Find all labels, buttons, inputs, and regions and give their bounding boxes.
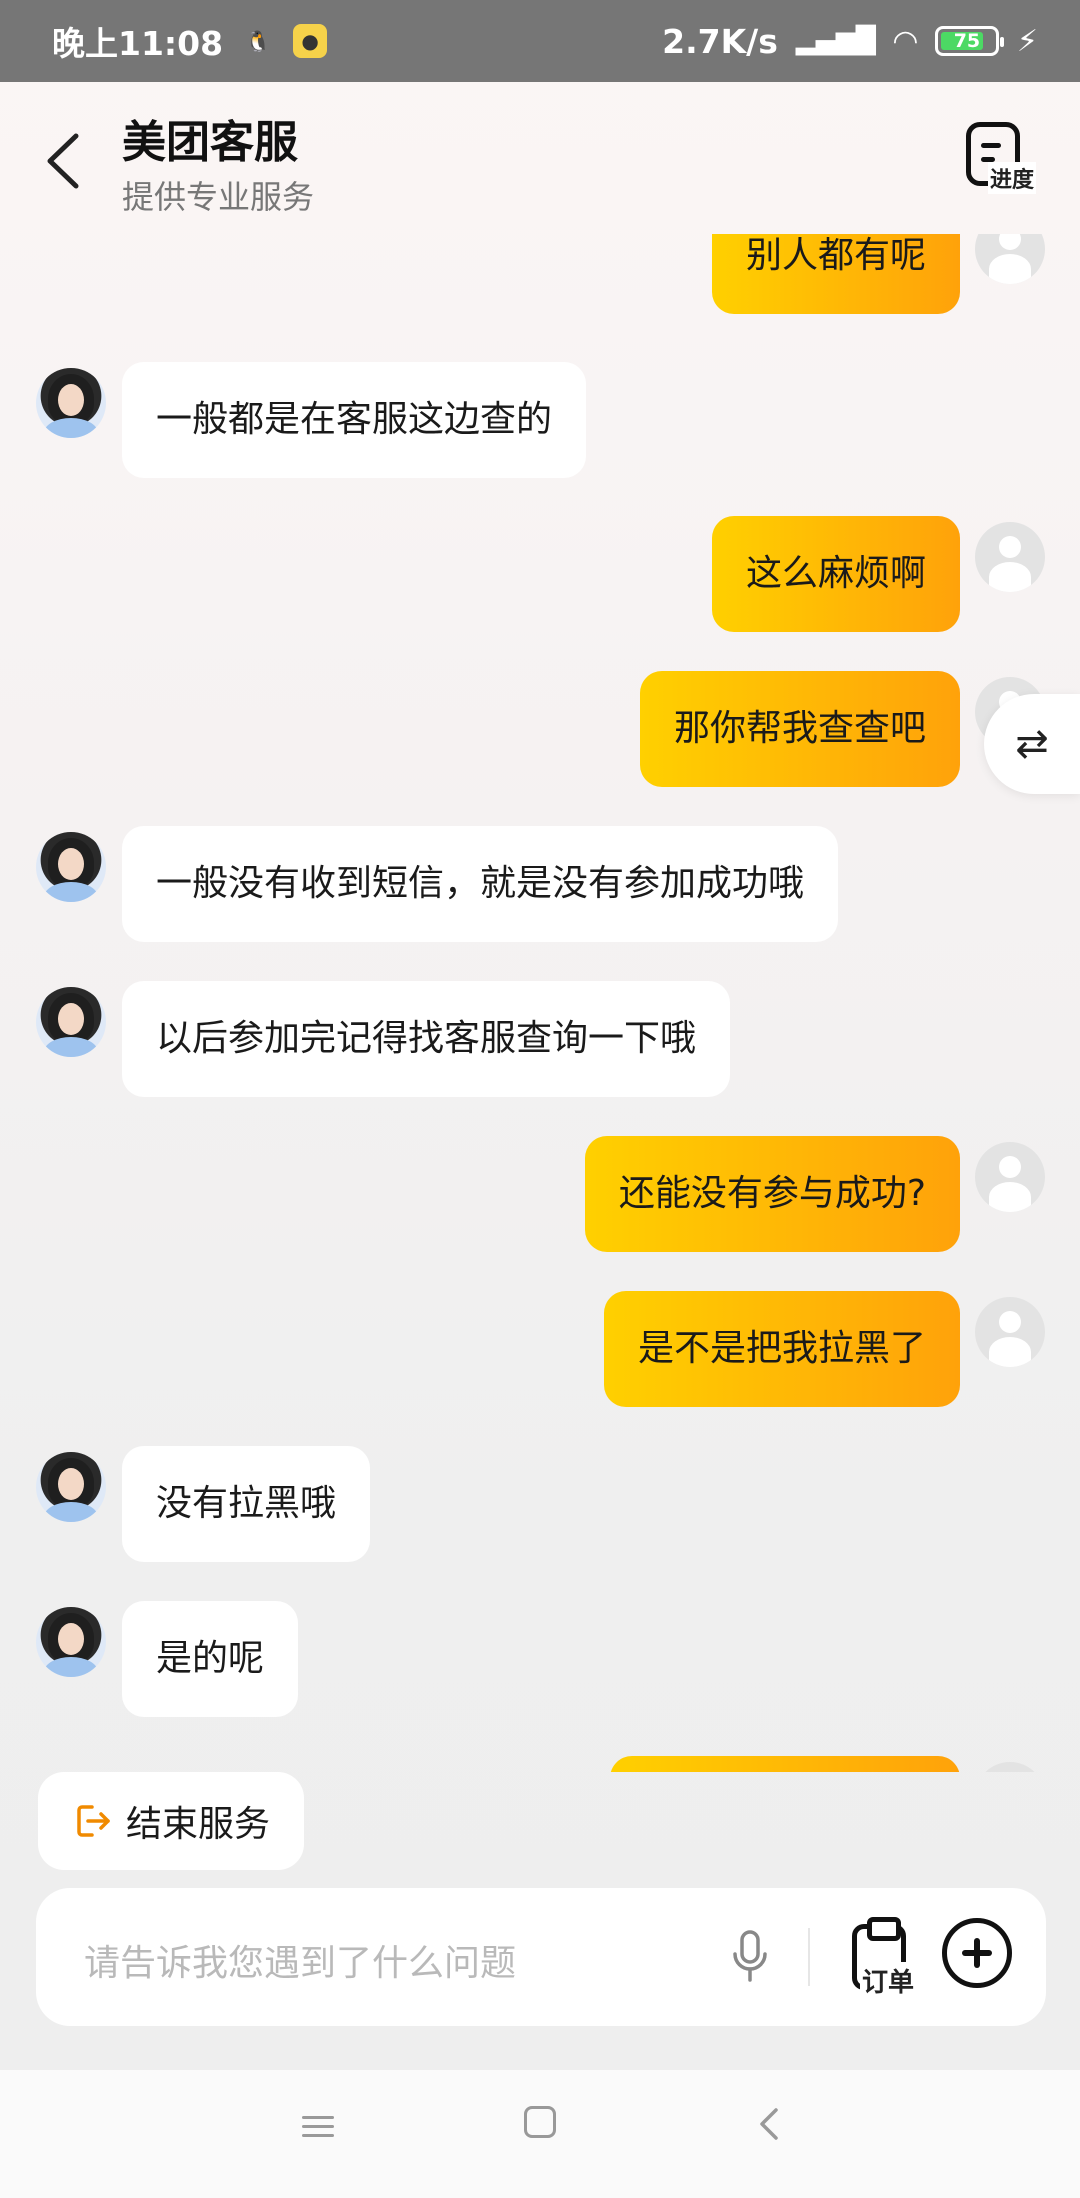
message-bubble: 一般都是在客服这边查的	[122, 362, 587, 478]
network-speed: 2.7K/s	[662, 21, 778, 61]
message-bubble: 以后参加完记得找客服查询一下哦	[122, 981, 731, 1097]
message-bubble: 别人都有呢	[711, 234, 960, 314]
switch-arrows-button[interactable]: ⇄	[984, 694, 1080, 794]
message-agent: 是的呢	[122, 1601, 299, 1717]
message-input[interactable]: 请告诉我您遇到了什么问题	[84, 1934, 516, 1986]
message-bubble: 是的呢	[122, 1601, 299, 1717]
agent-avatar[interactable]	[36, 1452, 106, 1522]
back-icon[interactable]	[754, 2104, 784, 2144]
battery-icon: 75	[934, 26, 1004, 56]
user-avatar[interactable]	[975, 1297, 1045, 1367]
plus-icon[interactable]	[942, 1918, 1012, 1988]
message-agent: 一般没有收到短信，就是没有参加成功哦	[122, 826, 839, 942]
message-user: 别人都有呢	[711, 234, 960, 314]
message-user: 还能没有参与成功?	[584, 1136, 960, 1252]
message-agent: 没有拉黑哦	[122, 1446, 371, 1562]
app-notification-icon: ●	[293, 24, 328, 58]
order-label: 订单	[860, 1962, 917, 1999]
message-bubble: 那你帮我查查吧	[639, 671, 960, 787]
chat-list[interactable]: 别人都有呢 一般都是在客服这边查的 这么麻烦啊 那你帮我查查吧 一般没有收到短信…	[0, 234, 1080, 1772]
message-bubble: 还能没有参与成功?	[584, 1136, 960, 1252]
status-bar: 晚上11:08 🐧 ● 2.7K/s ▂▄▆█ ◠ 75 ⚡	[0, 0, 1080, 82]
charging-icon: ⚡	[1016, 23, 1038, 59]
message-agent: 以后参加完记得找客服查询一下哦	[122, 981, 731, 1097]
message-bubble: 没有拉黑哦	[122, 1446, 371, 1562]
progress-button[interactable]: 进度	[960, 122, 1050, 202]
exit-icon	[74, 1801, 114, 1841]
swap-arrows-icon: ⇄	[1015, 721, 1049, 767]
order-button[interactable]: 订单	[844, 1917, 930, 1999]
home-icon[interactable]	[524, 2106, 556, 2138]
message-user-partial	[610, 1756, 960, 1772]
chat-header: 美团客服 提供专业服务 进度	[0, 82, 1080, 234]
message-bubble: 一般没有收到短信，就是没有参加成功哦	[122, 826, 839, 942]
page-subtitle: 提供专业服务	[122, 178, 315, 216]
system-nav-bar	[0, 2070, 1080, 2198]
agent-avatar[interactable]	[36, 1607, 106, 1677]
progress-label: 进度	[988, 162, 1037, 194]
end-service-button[interactable]: 结束服务	[38, 1772, 305, 1870]
wifi-icon: ◠	[893, 23, 917, 59]
message-agent: 一般都是在客服这边查的	[122, 362, 587, 478]
message-user: 这么麻烦啊	[711, 516, 960, 632]
agent-avatar[interactable]	[36, 832, 106, 902]
signal-icon: ▂▄▆█	[795, 26, 876, 56]
user-avatar[interactable]	[975, 522, 1045, 592]
message-user: 那你帮我查查吧	[639, 671, 960, 787]
user-avatar[interactable]	[975, 1142, 1045, 1212]
message-bubble: 这么麻烦啊	[711, 516, 960, 632]
chevron-left-icon	[47, 133, 79, 189]
agent-avatar[interactable]	[36, 368, 106, 438]
page-title: 美团客服	[122, 117, 298, 168]
qq-icon: 🐧	[245, 29, 271, 53]
message-bubble: 是不是把我拉黑了	[603, 1291, 960, 1407]
microphone-icon[interactable]	[730, 1930, 770, 1984]
end-service-label: 结束服务	[126, 1804, 271, 1845]
menu-icon[interactable]	[302, 2110, 334, 2142]
agent-avatar[interactable]	[36, 987, 106, 1057]
user-avatar[interactable]	[975, 234, 1045, 284]
back-button[interactable]	[36, 126, 96, 196]
input-divider	[808, 1928, 810, 1986]
message-user: 是不是把我拉黑了	[603, 1291, 960, 1407]
user-avatar-partial	[975, 1762, 1045, 1772]
status-time: 晚上11:08	[52, 24, 224, 63]
message-input-bar: 请告诉我您遇到了什么问题 订单	[36, 1888, 1046, 2026]
